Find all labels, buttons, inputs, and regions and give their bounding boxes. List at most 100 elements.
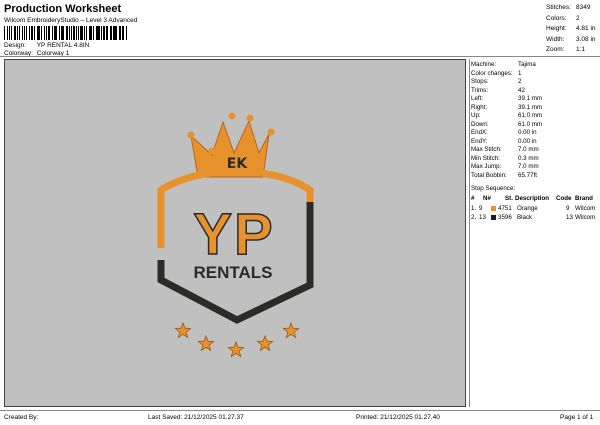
stars (174, 321, 300, 358)
star-icon (197, 334, 215, 352)
machine-stat-key: EndY: (471, 137, 488, 145)
col-brand: Brand (575, 195, 593, 202)
machine-stat-key: Max Jump: (471, 163, 502, 170)
sequence-row: 2. 13 3596 Black 13 Wilcom (471, 214, 599, 222)
machine-stat-value: 61.0 mm (518, 112, 543, 119)
design-stats: Stitches: 8349 Colors: 2 Height: 4.81 in Wi… (546, 3, 596, 56)
machine-stat-row: Trims: 42 (471, 87, 525, 94)
barcode-bar (120, 26, 122, 40)
barcode-bar (58, 26, 60, 40)
sequence-row: 1. 9 4751 Orange 9 Wilcom (471, 205, 599, 213)
barcode-bar (18, 26, 21, 40)
design-label: Design: (4, 42, 27, 49)
machine-stat-row: Machine: Tajima (471, 61, 536, 68)
worksheet-title: Production Worksheet (4, 3, 122, 15)
barcode-bar (112, 26, 114, 40)
yp-letters: YP (193, 202, 274, 267)
machine-stat-key: Left: (471, 95, 484, 102)
sequence-headers: # N# St. Description Code Brand (471, 195, 599, 203)
color-swatch (491, 206, 496, 211)
barcode-bar (95, 26, 97, 40)
col-description: Description (515, 195, 550, 202)
barcode-bar (23, 26, 25, 40)
machine-stat-value: 39.1 mm (518, 103, 543, 111)
machine-stat-row: Total Bobbin: 65.77ft (471, 172, 537, 179)
barcode-bar (62, 26, 64, 40)
barcode-bar (28, 26, 30, 40)
star-icon (174, 321, 192, 339)
barcode-bar (22, 26, 23, 40)
machine-stat-key: Up: (471, 112, 481, 119)
barcode-bar (65, 26, 68, 40)
barcode-bar (44, 26, 45, 40)
machine-stat-row: Min Stitch: 0.3 mm (471, 155, 539, 162)
barcode-bar (125, 26, 127, 40)
seq-n: 13 (479, 214, 486, 221)
seq-num: 1. (471, 205, 477, 212)
barcode-bar (68, 26, 70, 40)
barcode-bar (36, 26, 38, 40)
star-icon (282, 321, 300, 339)
barcode-bar (40, 26, 43, 40)
barcode-bar (110, 26, 112, 40)
stop-sequence-title: Stop Sequence: (471, 185, 516, 192)
machine-stat-row: Max Jump: 7.0 mm (471, 163, 539, 170)
machine-stat-key: EndX: (471, 129, 488, 136)
seq-brand: Wilcom (575, 205, 596, 212)
machine-stat-value: 1 (518, 69, 522, 77)
barcode-bar (77, 26, 79, 40)
seq-description: Orange (517, 205, 538, 212)
seq-num: 2. (471, 214, 477, 221)
col-code: Code (556, 195, 572, 202)
barcode-bar (6, 26, 9, 40)
design-row: Design: YP RENTAL 4.8IN (4, 42, 89, 49)
machine-stat-value: 65.77ft (518, 171, 537, 179)
seq-n: 9 (479, 205, 483, 212)
machine-stat-row: EndY: 0.00 in (471, 138, 537, 145)
machine-stat-row: Color changes: 1 (471, 70, 521, 77)
barcode-bar (83, 26, 85, 40)
page-number: Page 1 of 1 (560, 414, 594, 421)
seq-stitches: 4751 (498, 205, 512, 212)
color-swatch (491, 215, 496, 220)
barcode-bar (47, 26, 50, 40)
seq-code: 9 (566, 205, 570, 212)
barcode-bar (80, 26, 83, 40)
crown-icon: EK (187, 112, 275, 178)
stat-height: Height: 4.81 in (546, 25, 596, 33)
barcode-bar (105, 26, 107, 40)
machine-stat-value: 7.0 mm (518, 163, 539, 170)
machine-stat-key: Down: (471, 120, 489, 128)
machine-stat-value: Tajima (518, 61, 536, 68)
machine-stat-key: Total Bobbin: (471, 171, 507, 179)
design-name: YP RENTAL 4.8IN (36, 42, 90, 49)
barcode-bar (73, 26, 75, 40)
barcode-bar (30, 26, 33, 40)
barcode (4, 26, 127, 40)
machine-stat-key: Stops: (471, 78, 489, 85)
seq-brand: Wilcom (575, 214, 596, 221)
barcode-bar (9, 26, 10, 40)
barcode-bar (97, 26, 100, 40)
machine-stat-row: Stops: 2 (471, 78, 521, 85)
machine-stat-key: Right: (471, 103, 488, 111)
barcode-bar (122, 26, 124, 40)
col-n: N# (483, 195, 491, 202)
col-st: St. (505, 195, 513, 202)
barcode-bar (103, 26, 105, 40)
barcode-bar (107, 26, 109, 40)
barcode-bar (92, 26, 94, 40)
barcode-bar (75, 26, 77, 40)
barcode-bar (16, 26, 18, 40)
seq-description: Black (517, 214, 533, 221)
barcode-bar (13, 26, 16, 40)
barcode-bar (100, 26, 102, 40)
design-preview: EK YP RENTALS (4, 59, 466, 407)
machine-stat-value: 7.0 mm (518, 146, 539, 153)
barcode-bar (4, 26, 5, 40)
barcode-bar (45, 26, 47, 40)
star-icon (227, 340, 245, 358)
machine-stat-key: Color changes: (471, 69, 513, 77)
barcode-bar (60, 26, 62, 40)
last-saved: Last Saved: 21/12/2025 01.27.37 (148, 414, 244, 421)
